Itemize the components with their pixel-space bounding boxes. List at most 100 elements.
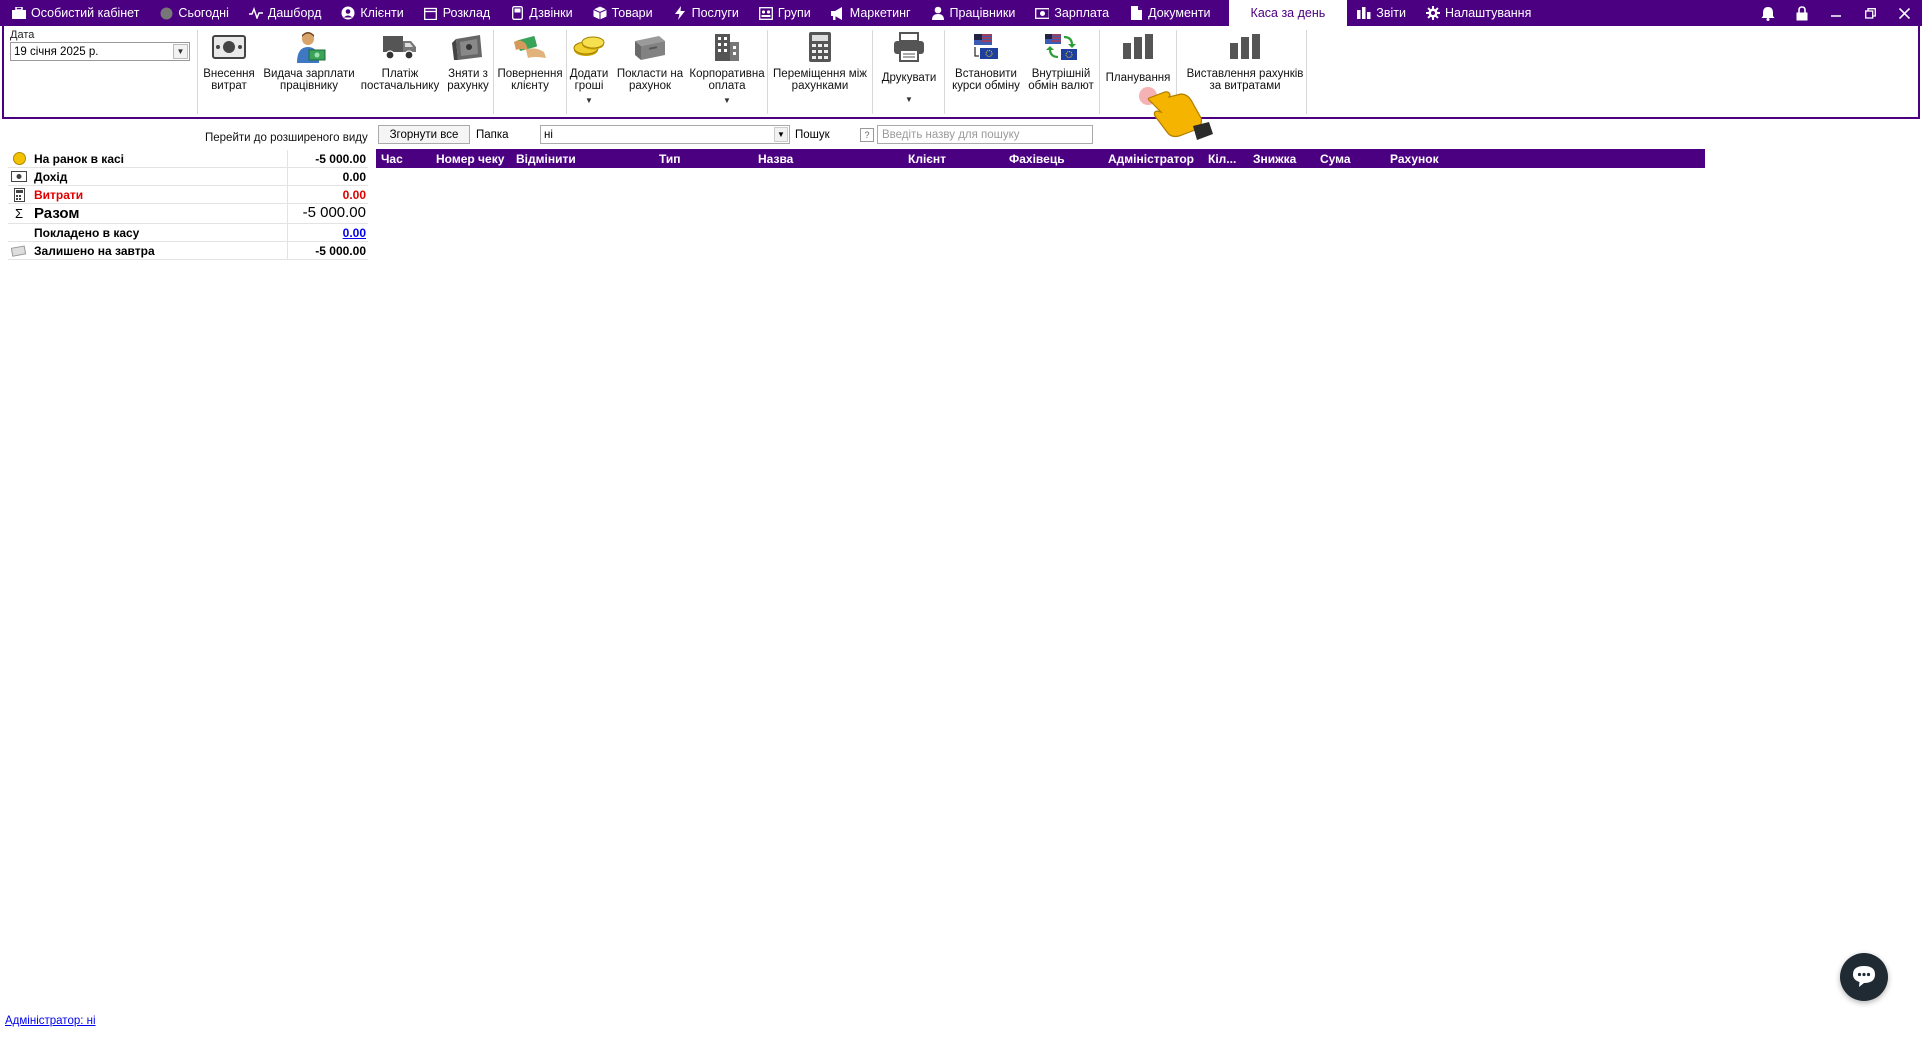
column-header-cancel[interactable]: Відмінити [516, 152, 576, 166]
deposited-amount-link[interactable]: 0.00 [343, 226, 366, 240]
restore-icon[interactable] [1862, 5, 1878, 21]
search-input[interactable] [877, 125, 1093, 144]
button-label-line2: працівнику [280, 80, 338, 92]
withdraw-button[interactable]: Зняти з рахунку [445, 29, 491, 92]
menu-item-salary[interactable]: Зарплата [1025, 0, 1119, 26]
print-button[interactable]: Друкувати ▼ [877, 29, 941, 106]
calendar-icon [424, 6, 438, 20]
planning-chart-icon [1120, 29, 1156, 65]
summary-label: Витрати [30, 185, 288, 204]
menu-item-label: Сьогодні [178, 6, 229, 20]
menu-item-label: Групи [777, 6, 811, 20]
collapse-all-button[interactable]: Згорнути все [378, 125, 470, 144]
column-header-name[interactable]: Назва [758, 152, 793, 166]
ribbon-separator [1306, 30, 1307, 114]
transactions-grid-header: Час Номер чеку Відмінити Тип Назва Клієн… [376, 149, 1705, 168]
menu-item-daily-cash[interactable]: Каса за день [1228, 0, 1348, 26]
date-picker[interactable]: 19 січня 2025 р. ▼ [10, 42, 190, 61]
help-icon[interactable]: ? [860, 128, 874, 142]
column-header-client[interactable]: Клієнт [908, 152, 946, 166]
menu-item-groups[interactable]: Групи [749, 0, 821, 26]
close-icon[interactable] [1896, 5, 1912, 21]
add-money-button[interactable]: Додати гроші ▼ [567, 29, 611, 107]
groups-icon [758, 6, 773, 20]
button-label-line1: Встановити [955, 68, 1017, 80]
menu-item-label: Розклад [442, 6, 491, 20]
summary-value: -5 000.00 [315, 151, 366, 166]
printer-icon [891, 29, 927, 65]
bar-chart-icon [1357, 6, 1371, 20]
chat-button[interactable] [1840, 953, 1888, 1001]
lock-icon[interactable] [1794, 5, 1810, 21]
column-header-account[interactable]: Рахунок [1390, 152, 1439, 166]
menu-item-label: Зарплата [1054, 6, 1110, 20]
menu-item-settings[interactable]: Налаштування [1416, 0, 1541, 26]
chevron-down-icon[interactable]: ▼ [173, 44, 188, 59]
menu-item-employees[interactable]: Працівники [921, 0, 1026, 26]
button-label-line2: рахунок [628, 80, 672, 92]
column-header-specialist[interactable]: Фахівець [1009, 152, 1065, 166]
gear-icon [1425, 6, 1440, 20]
menu-item-label: Звіти [1376, 6, 1406, 20]
megaphone-icon [830, 6, 845, 20]
pointer-hand-icon [1139, 87, 1213, 140]
button-label-line1: Виставлення рахунків [1186, 68, 1304, 80]
folder-label: Папка [476, 129, 509, 141]
menu-item-schedule[interactable]: Розклад [414, 0, 500, 26]
button-label-line1: Покласти на [616, 68, 684, 80]
button-label-line2: постачальнику [360, 80, 440, 92]
bell-icon[interactable] [1760, 5, 1776, 21]
column-header-type[interactable]: Тип [659, 152, 681, 166]
menu-item-dashboard[interactable]: Дашборд [239, 0, 332, 26]
supplier-payment-button[interactable]: Платіж постачальнику [360, 29, 440, 92]
corporate-payment-button[interactable]: Корпоративна оплата ▼ [689, 29, 765, 107]
cash-summary-table: На ранок в касі -5 000.00 Дохід 0.00 Вит… [8, 149, 368, 260]
client-refund-button[interactable]: Повернення клієнту [497, 29, 563, 92]
column-header-time[interactable]: Час [381, 152, 403, 166]
search-label: Пошук [795, 129, 830, 141]
today-icon [159, 6, 173, 20]
button-label-line2: рахунку [447, 80, 489, 92]
menu-item-marketing[interactable]: Маркетинг [821, 0, 921, 26]
calculator-icon [8, 187, 30, 202]
button-label-line1: Платіж [381, 68, 419, 80]
chevron-down-icon[interactable]: ▼ [585, 95, 593, 107]
user-icon [931, 6, 945, 20]
menu-item-documents[interactable]: Документи [1119, 0, 1220, 26]
minimize-icon[interactable] [1828, 5, 1844, 21]
summary-value: -5 000.00 [315, 243, 366, 258]
box-icon [592, 6, 607, 20]
menu-item-calls[interactable]: Дзвінки [500, 0, 582, 26]
column-header-administrator[interactable]: Адміністратор [1108, 152, 1194, 166]
chevron-down-icon[interactable]: ▼ [774, 127, 788, 142]
summary-label: Залишено на завтра [30, 241, 288, 260]
folder-select[interactable]: ні ▼ [540, 125, 790, 144]
menu-item-reports[interactable]: Звіти [1347, 0, 1416, 26]
menu-item-services[interactable]: Послуги [663, 0, 749, 26]
expanded-view-link[interactable]: Перейти до розширеного виду [205, 132, 368, 144]
set-exchange-rates-button[interactable]: Встановити курси обміну [949, 29, 1023, 92]
planning-button[interactable]: Планування [1104, 29, 1172, 84]
menu-item-products[interactable]: Товари [583, 0, 663, 26]
column-header-discount[interactable]: Знижка [1253, 152, 1296, 166]
internal-currency-exchange-button[interactable]: Внутрішній обмін валют [1026, 29, 1096, 92]
transfer-between-accounts-button[interactable]: Переміщення між рахунками [771, 29, 869, 92]
summary-value: -5 000.00 [302, 203, 366, 221]
chevron-down-icon[interactable]: ▼ [723, 95, 731, 107]
chevron-down-icon[interactable]: ▼ [905, 94, 913, 106]
administrator-link[interactable]: Адміністратор: ні [5, 1015, 96, 1027]
pay-salary-button[interactable]: Видача зарплати працівнику [263, 29, 355, 92]
column-header-sum[interactable]: Сума [1320, 152, 1351, 166]
menu-item-clients[interactable]: Клієнти [331, 0, 413, 26]
column-header-receipt-number[interactable]: Номер чеку [436, 152, 504, 166]
summary-label: Дохід [30, 167, 288, 186]
deposit-button[interactable]: Покласти на рахунок [616, 29, 684, 92]
menu-item-cabinet[interactable]: Особистий кабінет [0, 0, 149, 26]
summary-label: Разом [30, 203, 288, 224]
add-expense-button[interactable]: Внесення витрат [203, 29, 255, 92]
button-label-line2: за витратами [1209, 80, 1281, 92]
menu-item-today[interactable]: Сьогодні [149, 0, 238, 26]
exchange-rate-icon [968, 29, 1004, 65]
column-header-quantity[interactable]: Кіл... [1208, 152, 1236, 166]
button-label-line1: Повернення [497, 68, 563, 80]
